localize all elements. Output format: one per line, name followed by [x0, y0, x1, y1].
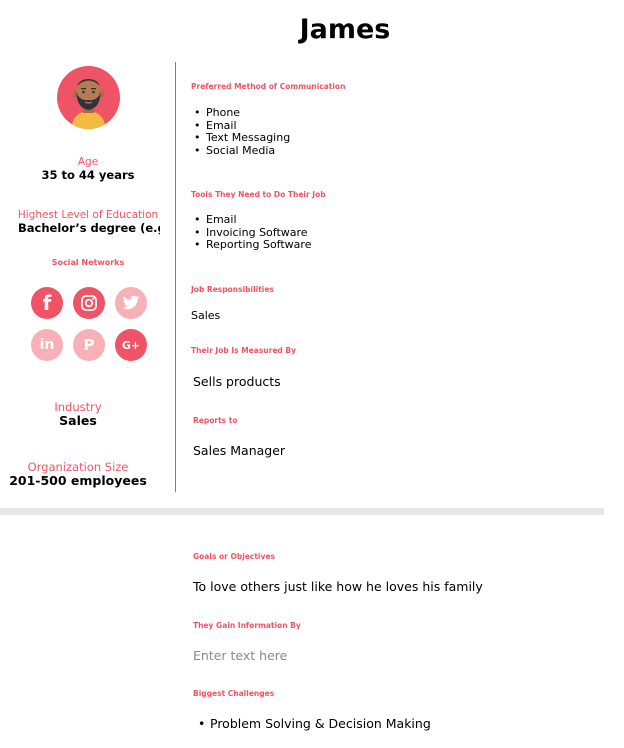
industry-value: Sales	[59, 413, 97, 428]
communication-heading: Preferred Method of Communication	[191, 82, 346, 91]
education-value: Bachelor’s degree (e.g. B	[18, 221, 160, 235]
age-value: 35 to 44 years	[41, 168, 135, 182]
reports-to-value[interactable]: Sales Manager	[193, 443, 285, 458]
list-item: Social Media	[194, 144, 290, 158]
pinterest-icon[interactable]: P	[73, 329, 105, 361]
responsibilities-value[interactable]: Sales	[191, 309, 220, 322]
challenges-list: Problem Solving & Decision Making	[198, 716, 431, 731]
organization-size-label: Organization Size	[27, 460, 129, 474]
persona-name: James	[299, 14, 391, 45]
tools-heading: Tools They Need to Do Their Job	[191, 190, 326, 199]
organization-size-value: 201-500 employees	[9, 473, 147, 488]
measured-by-value[interactable]: Sells products	[193, 374, 281, 389]
section-divider	[0, 508, 604, 515]
avatar	[57, 66, 120, 129]
education-label: Highest Level of Education	[17, 209, 159, 221]
linkedin-icon[interactable]: in	[31, 329, 63, 361]
information-input[interactable]: Enter text here	[193, 648, 287, 663]
tools-list: Email Invoicing Software Reporting Softw…	[194, 213, 311, 252]
communication-list: Phone Email Text Messaging Social Media	[194, 106, 290, 158]
age-label: Age	[77, 156, 99, 168]
reports-to-heading: Reports to	[193, 416, 238, 425]
profile-sidebar: Age 35 to 44 years Highest Level of Educ…	[0, 60, 176, 492]
goals-value[interactable]: To love others just like how he loves hi…	[193, 579, 483, 594]
social-networks-label: Social Networks	[51, 258, 125, 267]
list-item: Text Messaging	[194, 131, 290, 145]
instagram-icon[interactable]	[73, 287, 105, 319]
facebook-icon[interactable]: f	[31, 287, 63, 319]
twitter-icon[interactable]	[115, 287, 147, 319]
responsibilities-heading: Job Responsibilities	[191, 285, 274, 294]
information-heading: They Gain Information By	[193, 621, 301, 630]
industry-label: Industry	[54, 400, 102, 414]
list-item: Email	[194, 213, 311, 227]
google-plus-icon[interactable]: G+	[115, 329, 147, 361]
goals-heading: Goals or Objectives	[193, 552, 275, 561]
challenges-heading: Biggest Challenges	[193, 689, 275, 698]
list-item: Phone	[194, 106, 290, 120]
list-item: Problem Solving & Decision Making	[198, 716, 431, 731]
list-item: Reporting Software	[194, 238, 311, 252]
measured-by-heading: Their Job Is Measured By	[191, 346, 296, 355]
